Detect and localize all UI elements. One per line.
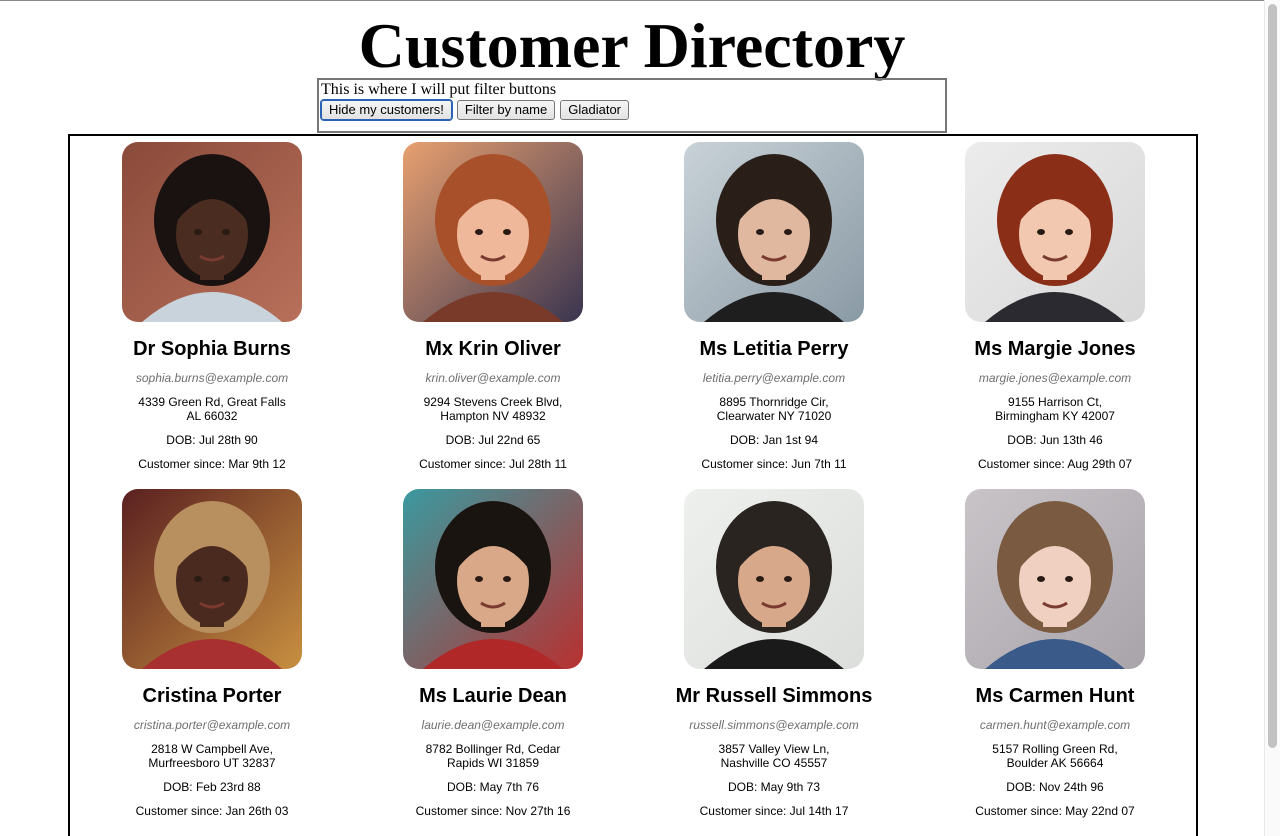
customer-address: 5157 Rolling Green Rd, Boulder AK 56664 xyxy=(992,742,1118,770)
scrollbar-thumb[interactable] xyxy=(1268,4,1277,748)
customer-email: sophia.burns@example.com xyxy=(135,371,289,385)
customer-address: 8782 Bollinger Rd, Cedar Rapids WI 31859 xyxy=(425,742,561,770)
customer-directory-grid: Dr Sophia Burns sophia.burns@example.com 4… xyxy=(68,134,1198,836)
customer-since: Customer since: Mar 9th 12 xyxy=(138,457,286,471)
customer-dob: DOB: Feb 23rd 88 xyxy=(163,780,261,794)
customer-photo xyxy=(403,489,583,669)
customer-name: Mx Krin Oliver xyxy=(425,338,561,360)
customer-photo xyxy=(122,142,302,322)
customer-photo xyxy=(122,489,302,669)
filter-by-name-button[interactable]: Filter by name xyxy=(456,100,556,120)
gladiator-button[interactable]: Gladiator xyxy=(560,100,629,120)
customer-email: laurie.dean@example.com xyxy=(421,718,565,732)
filter-placeholder-text: This is where I will put filter buttons xyxy=(321,81,557,98)
customer-email: letitia.perry@example.com xyxy=(702,371,846,385)
customer-address: 3857 Valley View Ln, Nashville CO 45557 xyxy=(718,742,830,770)
customer-since: Customer since: Nov 27th 16 xyxy=(415,804,571,818)
customer-since: Customer since: Jul 14th 17 xyxy=(699,804,849,818)
customer-name: Dr Sophia Burns xyxy=(133,338,291,360)
top-rule xyxy=(0,0,1280,1)
customer-email: krin.oliver@example.com xyxy=(425,371,561,385)
customer-dob: DOB: Jul 22nd 65 xyxy=(445,433,541,447)
customer-address: 4339 Green Rd, Great Falls AL 66032 xyxy=(138,395,286,423)
customer-email: cristina.porter@example.com xyxy=(133,718,291,732)
customer-dob: DOB: May 7th 76 xyxy=(446,780,540,794)
customer-photo xyxy=(965,142,1145,322)
customer-since: Customer since: Aug 29th 07 xyxy=(977,457,1133,471)
customer-name: Ms Laurie Dean xyxy=(419,685,567,707)
customer-address: 9155 Harrison Ct, Birmingham KY 42007 xyxy=(995,395,1115,423)
filter-button-group: Hide my customers! Filter by name Gladia… xyxy=(321,100,629,120)
customer-email: russell.simmons@example.com xyxy=(689,718,859,732)
customer-name: Ms Margie Jones xyxy=(974,338,1136,360)
customer-name: Ms Carmen Hunt xyxy=(975,685,1135,707)
customer-address: 8895 Thornridge Cir, Clearwater NY 71020 xyxy=(716,395,832,423)
customer-dob: DOB: May 9th 73 xyxy=(727,780,821,794)
customer-name: Cristina Porter xyxy=(142,685,282,707)
customer-since: Customer since: May 22nd 07 xyxy=(975,804,1135,818)
hide-customers-button[interactable]: Hide my customers! xyxy=(321,100,452,120)
customer-photo xyxy=(684,489,864,669)
customer-photo xyxy=(684,142,864,322)
customer-dob: DOB: Nov 24th 96 xyxy=(1006,780,1104,794)
customer-since: Customer since: Jun 7th 11 xyxy=(701,457,847,471)
customer-email: carmen.hunt@example.com xyxy=(979,718,1131,732)
customer-name: Mr Russell Simmons xyxy=(675,685,873,707)
customer-address: 9294 Stevens Creek Blvd, Hampton NV 4893… xyxy=(423,395,563,423)
customer-dob: DOB: Jun 13th 46 xyxy=(1007,433,1103,447)
customer-photo xyxy=(403,142,583,322)
customer-name: Ms Letitia Perry xyxy=(699,338,849,360)
customer-address: 2818 W Campbell Ave, Murfreesboro UT 328… xyxy=(148,742,276,770)
filter-panel: This is where I will put filter buttons … xyxy=(317,78,947,133)
customer-photo xyxy=(965,489,1145,669)
customer-email: margie.jones@example.com xyxy=(978,371,1132,385)
customer-since: Customer since: Jan 26th 03 xyxy=(135,804,289,818)
customer-since: Customer since: Jul 28th 11 xyxy=(419,457,567,471)
page-title: Customer Directory xyxy=(358,10,906,81)
customer-dob: DOB: Jan 1st 94 xyxy=(729,433,819,447)
customer-dob: DOB: Jul 28th 90 xyxy=(166,433,258,447)
